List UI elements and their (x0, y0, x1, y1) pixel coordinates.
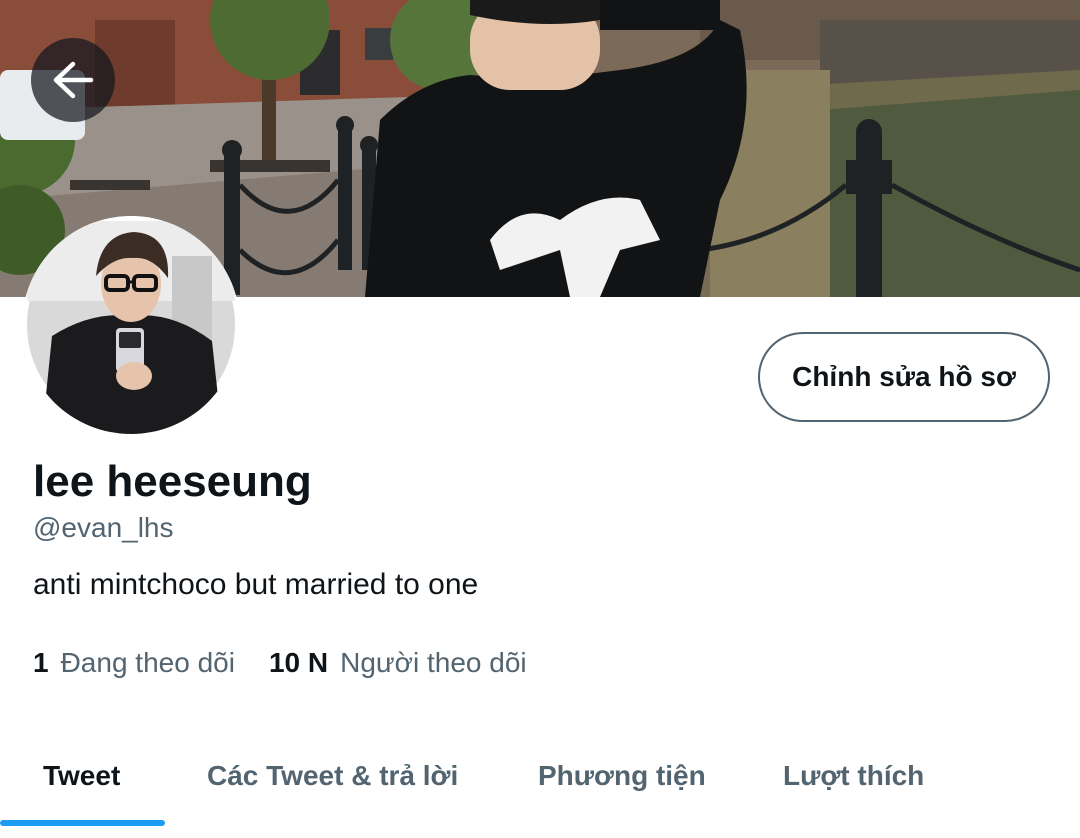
edit-profile-button[interactable]: Chỉnh sửa hồ sơ (758, 332, 1050, 422)
tab-tweets-and-replies[interactable]: Các Tweet & trả lời (207, 728, 458, 824)
followers-stat[interactable]: 10 N Người theo dõi (269, 644, 527, 682)
profile-bio: anti mintchoco but married to one (33, 568, 479, 601)
follow-stats: 1 Đang theo dõi 10 N Người theo dõi (33, 644, 527, 682)
tab-likes[interactable]: Lượt thích (783, 728, 924, 824)
back-button[interactable] (31, 38, 115, 122)
following-count: 1 (33, 647, 49, 678)
followers-count: 10 N (268, 647, 329, 678)
following-stat[interactable]: 1 Đang theo dõi (33, 644, 235, 682)
tab-tweets[interactable]: Tweet (43, 728, 120, 824)
avatar[interactable] (22, 216, 240, 434)
arrow-left-icon (53, 61, 94, 99)
profile-handle: @evan_lhs (33, 512, 174, 543)
active-tab-indicator (0, 820, 165, 826)
profile-tabs: Tweet Các Tweet & trả lời Phương tiện Lư… (0, 728, 1080, 838)
following-label: Đang theo dõi (60, 647, 235, 678)
profile-page: Chỉnh sửa hồ sơ lee heeseung @evan_lhs a… (0, 0, 1080, 838)
followers-label: Người theo dõi (340, 647, 527, 678)
profile-display-name: lee heeseung (33, 457, 312, 506)
tab-media[interactable]: Phương tiện (538, 728, 706, 824)
